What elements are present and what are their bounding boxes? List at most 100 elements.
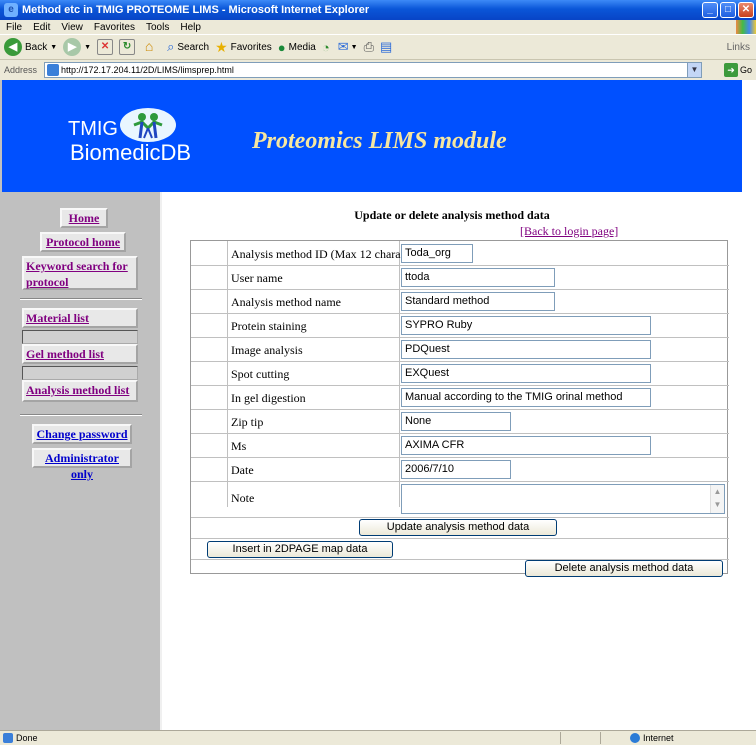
sidebar-protocol-home-link[interactable]: Protocol home: [40, 232, 126, 252]
note-scrollbar[interactable]: ▲ ▼: [710, 485, 724, 513]
back-to-login-link[interactable]: [Back to login page]: [520, 224, 618, 239]
date-label: Date: [231, 463, 254, 477]
stop-button[interactable]: ✕: [97, 39, 114, 55]
favorites-button[interactable]: ★ Favorites: [215, 39, 272, 56]
method-name-label: Analysis method name: [231, 295, 341, 309]
history-icon: ◔: [321, 39, 330, 55]
edit-icon: ▤: [379, 39, 393, 54]
banner: TMIG BiomedicDB Proteomics LIMS module: [2, 80, 742, 192]
ie-icon: e: [4, 3, 18, 17]
favorites-label: Favorites: [230, 41, 272, 53]
grid-line: [227, 241, 228, 507]
protein-staining-label: Protein staining: [231, 319, 307, 333]
in-gel-digestion-input[interactable]: Manual according to the TMIG orinal meth…: [401, 388, 651, 407]
insert-2dpage-map-button[interactable]: Insert in 2DPAGE map data: [207, 541, 393, 558]
address-bar: Address http://172.17.204.11/2D/LIMS/lim…: [0, 60, 756, 80]
status-text: Done: [16, 733, 38, 743]
windows-logo-icon: [736, 20, 756, 34]
ms-label: Ms: [231, 439, 247, 453]
forward-button[interactable]: ▶ ▼: [63, 38, 91, 56]
status-bar: Done Internet: [0, 730, 756, 745]
row-divider: [191, 517, 729, 518]
delete-analysis-method-button[interactable]: Delete analysis method data: [525, 560, 723, 577]
edit-button[interactable]: ▤: [380, 39, 392, 55]
page-icon: [47, 64, 59, 76]
refresh-icon: ↻: [119, 39, 136, 55]
go-label: Go: [739, 65, 752, 75]
menu-tools[interactable]: Tools: [146, 22, 169, 33]
sidebar-analysis-method-list-link[interactable]: Analysis method list: [22, 380, 138, 402]
status-divider: [560, 732, 561, 744]
spot-cutting-label: Spot cutting: [231, 367, 290, 381]
scroll-up-icon[interactable]: ▲: [711, 485, 724, 498]
scroll-down-icon[interactable]: ▼: [711, 498, 724, 511]
media-label: Media: [288, 41, 316, 53]
row-divider: [191, 433, 729, 434]
back-button[interactable]: ◀ Back ▼: [4, 38, 57, 56]
row-divider: [191, 265, 729, 266]
sidebar-spacer: [22, 366, 138, 380]
menu-favorites[interactable]: Favorites: [94, 22, 135, 33]
row-divider: [191, 538, 729, 539]
method-id-input[interactable]: Toda_org: [401, 244, 473, 263]
forward-dropdown-icon[interactable]: ▼: [84, 44, 91, 51]
sidebar-divider: [20, 414, 142, 416]
media-button[interactable]: ● Media: [278, 40, 316, 55]
minimize-button[interactable]: _: [702, 2, 718, 18]
menu-edit[interactable]: Edit: [33, 22, 50, 33]
sidebar-home-link[interactable]: Home: [60, 208, 108, 228]
menu-bar: File Edit View Favorites Tools Help: [0, 20, 756, 34]
date-input[interactable]: 2006/7/10: [401, 460, 511, 479]
sidebar-administrator-only-link[interactable]: Administrator only: [32, 448, 132, 481]
sidebar-change-password-link[interactable]: Change password: [32, 424, 132, 444]
row-divider: [191, 361, 729, 362]
menu-help[interactable]: Help: [180, 22, 201, 33]
analysis-method-form: Analysis method ID (Max 12 chara) Toda_o…: [190, 240, 729, 577]
history-button[interactable]: ◔: [322, 40, 330, 55]
address-label: Address: [4, 65, 38, 75]
row-divider: [191, 457, 729, 458]
mail-button[interactable]: ✉ ▼: [338, 39, 358, 55]
close-button[interactable]: ✕: [738, 2, 754, 18]
note-textarea[interactable]: ▲ ▼: [401, 484, 725, 514]
protein-staining-input[interactable]: SYPRO Ruby: [401, 316, 651, 335]
spot-cutting-input[interactable]: EXQuest: [401, 364, 651, 383]
sidebar-gel-method-list-link[interactable]: Gel method list: [22, 344, 138, 364]
page-title: Update or delete analysis method data: [354, 208, 550, 222]
menu-view[interactable]: View: [61, 22, 83, 33]
page-viewport: TMIG BiomedicDB Proteomics LIMS module H…: [0, 80, 756, 730]
search-button[interactable]: ⌕ Search: [167, 39, 209, 55]
logo-people-icon: [120, 108, 176, 142]
user-name-input[interactable]: ttoda: [401, 268, 555, 287]
address-url: http://172.17.204.11/2D/LIMS/limsprep.ht…: [61, 65, 234, 75]
row-divider: [191, 313, 729, 314]
update-analysis-method-button[interactable]: Update analysis method data: [359, 519, 557, 536]
row-divider: [191, 409, 729, 410]
zip-tip-input[interactable]: None: [401, 412, 511, 431]
ms-input[interactable]: AXIMA CFR: [401, 436, 651, 455]
security-zone: Internet: [630, 732, 674, 744]
row-divider: [191, 337, 729, 338]
sidebar-keyword-search-link[interactable]: Keyword search for protocol: [22, 256, 138, 290]
globe-icon: [630, 733, 640, 743]
go-button[interactable]: ➜ Go: [723, 63, 752, 77]
back-arrow-icon: ◀: [4, 38, 22, 56]
links-button[interactable]: Links: [727, 42, 750, 53]
maximize-button[interactable]: □: [720, 2, 736, 18]
mail-dropdown-icon[interactable]: ▼: [351, 44, 358, 51]
method-name-input[interactable]: Standard method: [401, 292, 555, 311]
menu-file[interactable]: File: [6, 22, 22, 33]
refresh-button[interactable]: ↻: [119, 39, 136, 55]
zip-tip-label: Zip tip: [231, 415, 264, 429]
sidebar: Home Protocol home Keyword search for pr…: [2, 192, 162, 730]
address-dropdown-icon[interactable]: ▼: [687, 63, 701, 77]
image-analysis-input[interactable]: PDQuest: [401, 340, 651, 359]
print-button[interactable]: ⎙: [364, 39, 374, 55]
back-dropdown-icon[interactable]: ▼: [50, 44, 57, 51]
address-input[interactable]: http://172.17.204.11/2D/LIMS/limsprep.ht…: [44, 62, 702, 78]
home-button[interactable]: ⌂: [141, 39, 157, 55]
back-label: Back: [25, 41, 48, 53]
print-icon: ⎙: [363, 39, 374, 54]
sidebar-material-list-link[interactable]: Material list: [22, 308, 138, 328]
grid-line: [399, 241, 400, 507]
